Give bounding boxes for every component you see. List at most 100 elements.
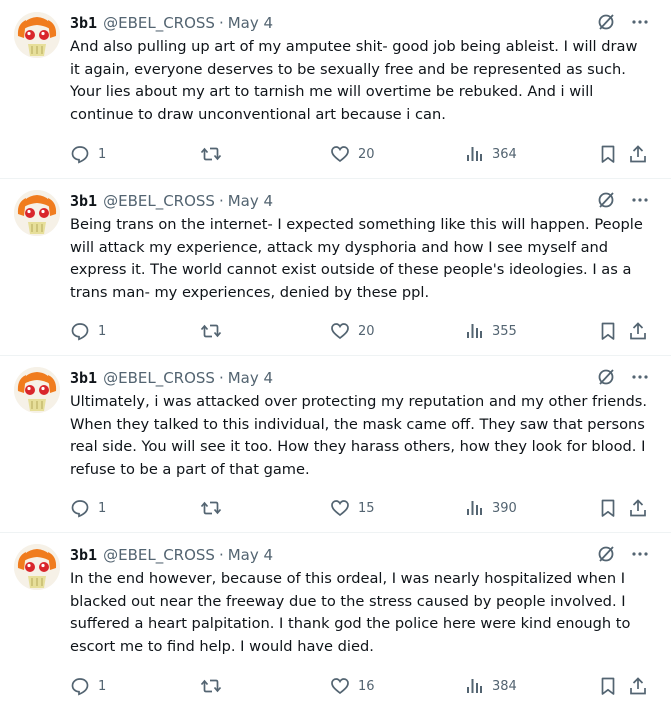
separator-dot: · [218,369,224,387]
bookmark-icon [598,144,618,164]
view-count: 384 [492,678,517,694]
retweet-button[interactable] [200,676,230,696]
share-icon [628,144,648,164]
views-icon [464,498,484,518]
tweet[interactable]: 3b1 @EBEL_CROSS · May 4 Being trans on t… [0,178,671,356]
tweet-header: 3b1 @EBEL_CROSS · May 4 [70,12,650,34]
reply-icon [70,676,90,696]
tweet[interactable]: 3b1 @EBEL_CROSS · May 4 In the end howev… [0,532,671,711]
header-icons [596,367,650,387]
like-button[interactable]: 15 [330,498,375,518]
display-name[interactable]: 3b1 [70,546,97,564]
header-icons [596,12,650,32]
header-icons [596,190,650,210]
tweet-text: And also pulling up art of my amputee sh… [70,38,638,123]
more-icon[interactable] [630,544,650,564]
reply-icon [70,498,90,518]
share-button[interactable] [628,321,648,341]
display-name[interactable]: 3b1 [70,369,97,387]
handle[interactable]: @EBEL_CROSS [103,192,215,210]
avatar[interactable] [14,367,60,413]
grok-icon[interactable] [596,190,616,210]
tweet-thread: 3b1 @EBEL_CROSS · May 4 And also pulling… [0,0,671,711]
bookmark-icon [598,676,618,696]
tweet-actions: 1 16 384 [70,676,650,698]
tweet-text: Being trans on the internet- I expected … [70,216,643,301]
retweet-button[interactable] [200,321,230,341]
like-button[interactable]: 20 [330,321,375,341]
avatar-icon [14,544,60,590]
timestamp[interactable]: May 4 [228,369,273,387]
view-count: 390 [492,500,517,516]
tweet-content: 3b1 @EBEL_CROSS · May 4 In the end howev… [70,544,650,658]
timestamp[interactable]: May 4 [228,546,273,564]
bookmark-icon [598,498,618,518]
tweet-text: Ultimately, i was attacked over protecti… [70,393,647,478]
tweet-actions: 1 20 355 [70,321,650,343]
bookmark-button[interactable] [598,498,618,518]
reply-icon [70,321,90,341]
views-icon [464,144,484,164]
share-button[interactable] [628,498,648,518]
reply-button[interactable]: 1 [70,676,106,696]
avatar[interactable] [14,190,60,236]
bookmark-button[interactable] [598,676,618,696]
tweet-actions: 1 20 364 [70,144,650,166]
heart-icon [330,144,350,164]
grok-icon[interactable] [596,544,616,564]
more-icon[interactable] [630,190,650,210]
reply-button[interactable]: 1 [70,498,106,518]
like-button[interactable]: 20 [330,144,375,164]
separator-dot: · [218,14,224,32]
reply-count: 1 [98,678,107,694]
more-icon[interactable] [630,12,650,32]
share-button[interactable] [628,676,648,696]
share-icon [628,321,648,341]
avatar[interactable] [14,544,60,590]
grok-icon[interactable] [596,367,616,387]
handle[interactable]: @EBEL_CROSS [103,546,215,564]
display-name[interactable]: 3b1 [70,14,97,32]
views-icon [464,321,484,341]
tweet[interactable]: 3b1 @EBEL_CROSS · May 4 Ultimately, i wa… [0,355,671,533]
reply-count: 1 [98,146,107,162]
retweet-button[interactable] [200,144,230,164]
timestamp[interactable]: May 4 [228,14,273,32]
handle[interactable]: @EBEL_CROSS [103,14,215,32]
bookmark-button[interactable] [598,321,618,341]
retweet-icon [200,144,222,164]
tweet-text: In the end however, because of this orde… [70,570,631,655]
views-icon [464,676,484,696]
tweet-actions: 1 15 390 [70,498,650,520]
grok-icon[interactable] [596,12,616,32]
view-count: 355 [492,323,517,339]
tweet[interactable]: 3b1 @EBEL_CROSS · May 4 And also pulling… [0,0,671,179]
more-icon[interactable] [630,367,650,387]
views-button[interactable]: 384 [464,676,517,696]
retweet-button[interactable] [200,498,230,518]
separator-dot: · [218,546,224,564]
reply-count: 1 [98,323,107,339]
display-name[interactable]: 3b1 [70,192,97,210]
views-button[interactable]: 355 [464,321,517,341]
avatar-icon [14,12,60,58]
bookmark-icon [598,321,618,341]
heart-icon [330,321,350,341]
bookmark-button[interactable] [598,144,618,164]
share-icon [628,676,648,696]
header-icons [596,544,650,564]
handle[interactable]: @EBEL_CROSS [103,369,215,387]
avatar-icon [14,367,60,413]
like-button[interactable]: 16 [330,676,375,696]
views-button[interactable]: 390 [464,498,517,518]
share-icon [628,498,648,518]
avatar[interactable] [14,12,60,58]
share-button[interactable] [628,144,648,164]
reply-icon [70,144,90,164]
views-button[interactable]: 364 [464,144,517,164]
like-count: 20 [358,146,375,162]
reply-button[interactable]: 1 [70,321,106,341]
timestamp[interactable]: May 4 [228,192,273,210]
reply-button[interactable]: 1 [70,144,106,164]
tweet-header: 3b1 @EBEL_CROSS · May 4 [70,190,650,212]
